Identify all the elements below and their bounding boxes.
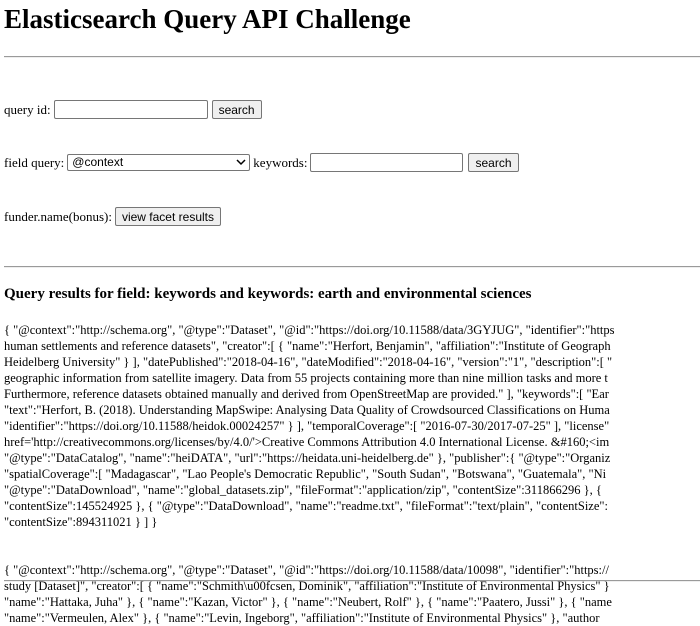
- result-item: { "@context":"http://schema.org", "@type…: [4, 562, 700, 626]
- result-line: "name":"Vermeulen, Alex" }, { "name":"Le…: [4, 611, 600, 625]
- funder-label: funder.name(bonus):: [4, 208, 112, 224]
- field-query-label: field query:: [4, 154, 65, 170]
- field-query-row: field query: @context keywords: search: [4, 153, 519, 172]
- result-line: "text":"Herfort, B. (2018). Understandin…: [4, 403, 610, 417]
- query-id-label: query id:: [4, 101, 51, 117]
- result-line: href='http://creativecommons.org/license…: [4, 435, 610, 449]
- query-id-row: query id: search: [4, 100, 262, 119]
- result-line: { "@context":"http://schema.org", "@type…: [4, 563, 609, 577]
- keywords-input[interactable]: [310, 153, 464, 172]
- result-line: "contentSize":894311021 } ] }: [4, 515, 158, 529]
- result-line: geographic information from satellite im…: [4, 371, 608, 385]
- result-line: Heidelberg University" } ], "datePublish…: [4, 355, 613, 369]
- funder-row: funder.name(bonus): view facet results: [4, 207, 221, 226]
- field-query-search-button[interactable]: search: [468, 153, 519, 172]
- result-line: human settlements and reference datasets…: [4, 339, 611, 353]
- query-id-input[interactable]: [53, 100, 208, 119]
- result-line: "@type":"DataDownload", "name":"global_d…: [4, 483, 602, 497]
- result-line: "name":"Hattaka, Juha" }, { "name":"Kaza…: [4, 595, 612, 609]
- results-heading: Query results for field: keywords and ke…: [4, 286, 532, 302]
- divider-top: [4, 56, 700, 58]
- chevron-down-icon: [236, 159, 246, 166]
- result-line: "identifier":"https://doi.org/10.11588/h…: [4, 419, 610, 433]
- result-item: { "@context":"http://schema.org", "@type…: [4, 322, 700, 530]
- result-line: "spatialCoverage":[ "Madagascar", "Lao P…: [4, 467, 607, 481]
- field-select[interactable]: @context: [67, 154, 251, 171]
- query-id-search-button[interactable]: search: [211, 100, 262, 119]
- view-facet-results-button[interactable]: view facet results: [114, 207, 221, 226]
- page-title: Elasticsearch Query API Challenge: [4, 4, 411, 34]
- result-line: Furthermore, reference datasets obtained…: [4, 387, 609, 401]
- result-line: "contentSize":145524925 }, { "@type":"Da…: [4, 499, 608, 513]
- page: Elasticsearch Query API Challenge query …: [0, 0, 700, 626]
- divider-bottom: [4, 266, 700, 268]
- keywords-label: keywords:: [253, 154, 308, 170]
- field-select-value: @context: [72, 155, 124, 169]
- result-line: { "@context":"http://schema.org", "@type…: [4, 323, 615, 337]
- result-line: study [Dataset]", "creator":[ { "name":"…: [4, 579, 610, 593]
- result-line: "@type":"DataCatalog", "name":"heiDATA",…: [4, 451, 611, 465]
